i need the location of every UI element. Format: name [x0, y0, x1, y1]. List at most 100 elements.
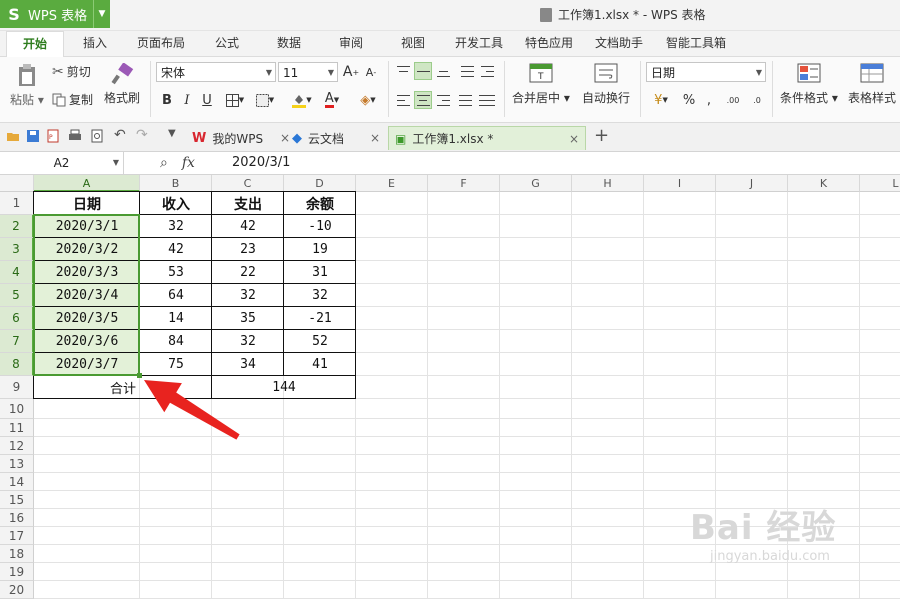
table-style-icon — [860, 63, 884, 83]
open-folder-icon[interactable] — [6, 129, 20, 143]
conditional-format-button[interactable]: 条件格式 ▾ — [780, 63, 838, 106]
data-cell[interactable]: 19 — [284, 238, 356, 261]
percent-icon[interactable]: % — [680, 91, 698, 109]
data-cell[interactable]: -10 — [284, 215, 356, 238]
underline-icon[interactable]: U — [198, 91, 216, 109]
tab-smart-toolbox[interactable]: 智能工具箱 — [658, 31, 734, 56]
close-icon[interactable]: × — [280, 131, 290, 145]
close-icon[interactable]: × — [569, 132, 579, 146]
tab-view[interactable]: 视图 — [392, 31, 434, 56]
italic-icon[interactable]: I — [178, 91, 196, 109]
cut-button[interactable]: ✂ 剪切 — [52, 63, 91, 80]
doc-tab-cloud-docs[interactable]: ◆ 云文档 × — [292, 126, 386, 150]
zoom-search-icon[interactable]: ⌕ — [160, 155, 168, 171]
indent-icon[interactable] — [478, 62, 496, 80]
window-title-text: 工作簿1.xlsx * - WPS 表格 — [558, 8, 706, 22]
row-header-19[interactable]: 19 — [0, 563, 34, 581]
font-size-value: 11 — [283, 66, 299, 80]
table-style-button[interactable]: 表格样式 — [848, 63, 896, 106]
chevron-down-icon[interactable]: ▼ — [93, 0, 110, 28]
increase-font-icon[interactable]: A + — [342, 63, 360, 81]
column-header-f[interactable]: F — [428, 175, 500, 192]
decrease-decimal-icon[interactable]: .0 — [746, 91, 768, 109]
fill-pattern-icon[interactable]: ▼ — [252, 91, 278, 109]
format-painter-button[interactable]: 格式刷 — [104, 63, 140, 106]
menu-bar: 开始 插入 页面布局 公式 数据 审阅 视图 开发工具 特色应用 文档助手 智能… — [0, 31, 900, 58]
data-cell[interactable]: 32 — [284, 284, 356, 307]
align-right-icon[interactable] — [434, 91, 452, 109]
bold-icon[interactable]: B — [158, 91, 176, 109]
align-top-icon[interactable] — [394, 62, 412, 80]
app-menu-button[interactable]: S WPS 表格 ▼ — [0, 0, 110, 28]
grid-column-line — [499, 192, 500, 599]
increase-decimal-icon[interactable]: .00 — [722, 91, 744, 109]
currency-icon[interactable]: ¥ ▼ — [648, 91, 674, 109]
row-header-15[interactable]: 15 — [0, 491, 34, 509]
doc-tab-label: 我的WPS — [212, 131, 264, 146]
header-cell[interactable]: 余额 — [284, 192, 356, 215]
row-header-16[interactable]: 16 — [0, 509, 34, 527]
justify-icon[interactable] — [456, 91, 474, 109]
wrap-text-button[interactable]: 自动换行 — [582, 63, 630, 106]
decrease-font-icon[interactable]: A- — [362, 63, 380, 81]
paste-button[interactable]: 粘贴 ▾ — [10, 63, 44, 108]
thousands-icon[interactable]: , — [700, 91, 718, 109]
svg-text:T: T — [537, 72, 544, 82]
align-middle-icon[interactable] — [414, 62, 432, 80]
save-icon[interactable] — [26, 129, 40, 143]
data-cell[interactable]: 31 — [284, 261, 356, 284]
tab-developer[interactable]: 开发工具 — [448, 31, 510, 56]
tab-review[interactable]: 审阅 — [330, 31, 372, 56]
align-center-icon[interactable] — [414, 91, 432, 109]
data-cell[interactable]: -21 — [284, 307, 356, 330]
column-header-i[interactable]: I — [644, 175, 716, 192]
copy-button[interactable]: 复制 — [52, 91, 93, 108]
merge-center-button[interactable]: T 合并居中 ▾ — [512, 63, 570, 106]
redo-icon[interactable]: ↷ — [136, 127, 150, 143]
new-tab-plus-icon[interactable]: + — [594, 125, 609, 146]
row-header-14[interactable]: 14 — [0, 473, 34, 491]
row-header-17[interactable]: 17 — [0, 527, 34, 545]
font-size-select[interactable]: 11 ▼ — [278, 62, 338, 82]
align-bottom-icon[interactable] — [434, 62, 452, 80]
distribute-icon[interactable] — [476, 91, 498, 109]
customize-dropdown-icon[interactable]: ▼ — [168, 128, 182, 142]
font-name-select[interactable]: 宋体 ▼ — [156, 62, 276, 82]
fill-color-icon[interactable]: ▼ — [288, 91, 316, 109]
data-cell[interactable]: 52 — [284, 330, 356, 353]
row-header-20[interactable]: 20 — [0, 581, 34, 599]
tab-doc-assistant[interactable]: 文档助手 — [588, 31, 650, 56]
clear-format-icon[interactable]: ◈ ▼ — [354, 91, 382, 109]
grid-column-line — [427, 192, 428, 599]
tab-insert[interactable]: 插入 — [72, 31, 118, 56]
data-cell[interactable]: 41 — [284, 353, 356, 376]
font-color-icon[interactable]: A ▼ — [318, 91, 346, 109]
undo-icon[interactable]: ↶ — [114, 127, 128, 143]
column-header-k[interactable]: K — [788, 175, 860, 192]
column-header-l[interactable]: L — [860, 175, 900, 192]
print-icon[interactable] — [68, 129, 82, 143]
tab-formulas[interactable]: 公式 — [206, 31, 248, 56]
tab-special-apps[interactable]: 特色应用 — [518, 31, 580, 56]
tab-data[interactable]: 数据 — [268, 31, 310, 56]
tab-home[interactable]: 开始 — [6, 31, 64, 58]
export-pdf-icon[interactable]: P — [46, 129, 60, 143]
borders-icon[interactable]: ▼ — [222, 91, 248, 109]
name-box[interactable]: A2 ▼ — [0, 152, 124, 174]
row-header-18[interactable]: 18 — [0, 545, 34, 563]
column-header-h[interactable]: H — [572, 175, 644, 192]
align-left-icon[interactable] — [394, 91, 412, 109]
fx-icon[interactable]: fx — [182, 155, 195, 171]
column-header-e[interactable]: E — [356, 175, 428, 192]
column-header-g[interactable]: G — [500, 175, 572, 192]
print-preview-icon[interactable] — [90, 129, 104, 143]
tab-page-layout[interactable]: 页面布局 — [130, 31, 192, 56]
column-header-j[interactable]: J — [716, 175, 788, 192]
formula-input[interactable]: 2020/3/1 — [232, 152, 290, 174]
number-format-select[interactable]: 日期 ▼ — [646, 62, 766, 82]
wrap-lines-icon[interactable] — [458, 62, 476, 80]
close-icon[interactable]: × — [370, 131, 380, 145]
column-header-d[interactable]: D — [284, 175, 356, 192]
doc-tab-workbook[interactable]: ▣ 工作簿1.xlsx * × — [388, 126, 586, 150]
title-bar: S WPS 表格 ▼ 工作簿1.xlsx * - WPS 表格 — [0, 0, 900, 31]
